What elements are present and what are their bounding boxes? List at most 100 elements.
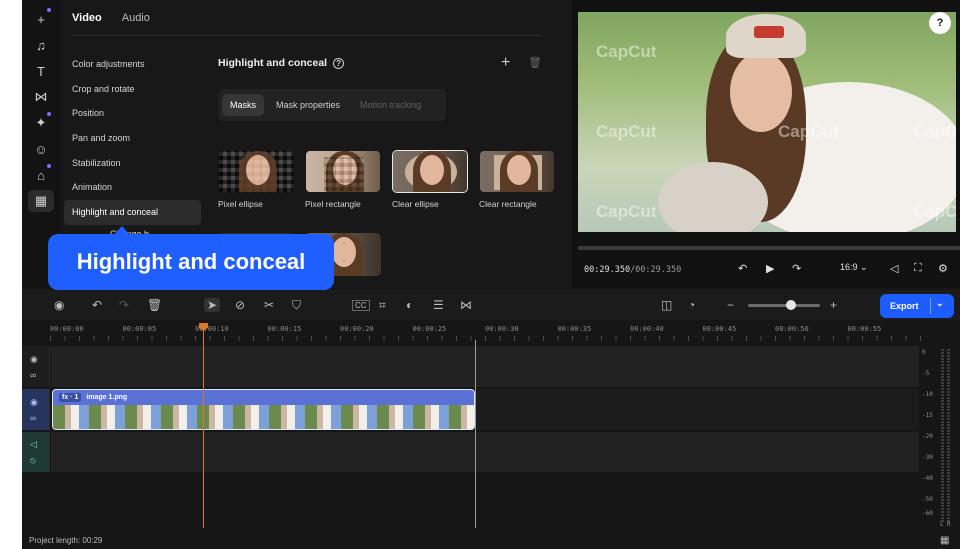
effects-wand-icon[interactable]: ✦ xyxy=(28,112,54,134)
tab-masks[interactable]: Masks xyxy=(222,94,265,116)
meter-right xyxy=(947,349,950,523)
overlay-track[interactable] xyxy=(51,346,919,387)
adjust-sliders-icon[interactable]: ☰ xyxy=(433,298,444,312)
audio-track[interactable] xyxy=(51,432,919,472)
video-frame: CapCut CapCut CapCut CapCut CapCut CapCu… xyxy=(578,12,956,232)
plus-icon[interactable]: + xyxy=(28,8,54,30)
watermark: CapCut xyxy=(596,42,657,61)
zoom-out-icon[interactable]: − xyxy=(727,298,734,312)
mask-thumbnail xyxy=(305,150,381,193)
audio-split-icon[interactable]: ◫ xyxy=(661,298,672,312)
link-icon[interactable]: ∞ xyxy=(30,413,36,423)
split-scissors-icon[interactable]: ✂ xyxy=(264,298,274,312)
callout-banner: Highlight and conceal xyxy=(48,234,334,290)
capcut-editor: + ♫ T ⋈ ✦ ☺ ⌂ ▦ Video Audio Color adjust… xyxy=(22,0,960,549)
crop-icon[interactable]: ⌗ xyxy=(379,298,386,313)
chevron-down-icon[interactable]: ⌄ xyxy=(936,298,944,309)
captions-icon[interactable]: CC xyxy=(352,300,370,311)
clip-name: image 1.png xyxy=(86,394,128,401)
watermark: CapCut xyxy=(913,122,956,141)
settings-icon[interactable]: ⚙ xyxy=(938,262,948,275)
watermark: CapCut xyxy=(596,122,657,141)
preview-scrubber[interactable] xyxy=(578,246,960,250)
text-icon[interactable]: T xyxy=(28,60,54,82)
eye-icon[interactable]: ◉ xyxy=(30,354,38,365)
eye-icon[interactable]: ◉ xyxy=(30,397,38,408)
tab-mask-properties[interactable]: Mask properties xyxy=(268,94,348,116)
delete-icon[interactable]: 🗑 xyxy=(528,56,542,69)
watermark: CapCut xyxy=(913,202,956,221)
audio-meter: 0 -5 -10 -15 -20 -30 -40 -50 -60 L R xyxy=(922,349,951,528)
property-menu: Color adjustments Crop and rotate Positi… xyxy=(64,52,201,225)
play-icon[interactable]: ▶ xyxy=(766,262,774,275)
timecode: 00:29.350/00:29.350 xyxy=(584,265,682,275)
timeline-toolbar: ◉ ↶ ↷ 🗑 ➤ ⊘ ✂ ⛉ CC ⌗ ◐ ☰ ⋈ ◫ ◔ − + Expor… xyxy=(22,290,960,320)
grid-icon[interactable]: ▦ xyxy=(940,535,949,546)
undo-icon[interactable]: ↶ xyxy=(92,298,102,312)
undo-seek-icon[interactable]: ↶ xyxy=(738,262,747,275)
preview-controls: 00:29.350/00:29.350 ↶ ▶ ↷ 16:9 ⌄ ◁ ⛶ ⚙ xyxy=(584,262,954,278)
mask-clear-ellipse[interactable]: Clear ellipse xyxy=(392,150,468,209)
video-clip[interactable]: fx · 1 image 1.png xyxy=(52,389,475,430)
tab-video[interactable]: Video xyxy=(72,12,102,24)
menu-animation[interactable]: Animation xyxy=(64,175,201,200)
sticker-icon[interactable]: ☺ xyxy=(28,138,54,160)
record-icon[interactable]: ◉ xyxy=(54,298,64,312)
playhead[interactable] xyxy=(203,324,204,528)
timeline-ruler[interactable]: 00:00:00 00:00:05 00:00:10 00:00:15 00:0… xyxy=(50,320,922,342)
help-icon[interactable]: ? xyxy=(333,57,345,69)
redo-icon[interactable]: ↷ xyxy=(119,298,129,312)
menu-crop-and-rotate[interactable]: Crop and rotate xyxy=(64,77,201,102)
speaker-icon[interactable]: ◁ xyxy=(30,439,37,450)
magnet-icon[interactable]: ◔ xyxy=(688,298,695,312)
unlink-icon[interactable]: ⦸ xyxy=(30,455,36,466)
volume-icon[interactable]: ◁ xyxy=(890,262,898,275)
shield-icon[interactable]: ⛉ xyxy=(292,298,301,313)
menu-pan-and-zoom[interactable]: Pan and zoom xyxy=(64,126,201,151)
export-button[interactable]: Export ⌄ xyxy=(880,294,954,318)
ruler-ticks xyxy=(50,336,922,341)
project-length: Project length: 00:29 xyxy=(29,536,103,545)
track-head-main: ◉ ∞ xyxy=(22,389,50,430)
zoom-in-icon[interactable]: + xyxy=(830,298,837,312)
mask-thumbnail xyxy=(392,150,468,193)
project-end-marker xyxy=(475,340,476,528)
track-head-overlay: ◉ ∞ xyxy=(22,346,50,387)
redo-seek-icon[interactable]: ↷ xyxy=(792,262,801,275)
link-icon[interactable]: ∞ xyxy=(30,370,36,380)
watermark: CapCut xyxy=(778,122,839,141)
delete-icon[interactable]: 🗑 xyxy=(147,298,162,312)
clip-filmstrip xyxy=(53,405,474,429)
add-mask-icon[interactable]: + xyxy=(501,54,510,72)
menu-position[interactable]: Position xyxy=(64,101,201,126)
music-icon[interactable]: ♫ xyxy=(28,34,54,56)
aspect-ratio-select[interactable]: 16:9 ⌄ xyxy=(840,262,868,273)
templates-bag-icon[interactable]: ⌂ xyxy=(28,164,54,186)
fullscreen-icon[interactable]: ⛶ xyxy=(914,262,922,275)
mask-pixel-ellipse[interactable]: Pixel ellipse xyxy=(218,150,294,209)
mask-thumbnail xyxy=(479,150,555,193)
tab-motion-tracking[interactable]: Motion tracking xyxy=(352,94,429,116)
apps-grid-icon[interactable]: ▦ xyxy=(28,190,54,212)
disable-icon[interactable]: ⊘ xyxy=(235,298,245,312)
mask-grid: Pixel ellipse Pixel rectangle Clear elli… xyxy=(218,150,555,209)
divider xyxy=(72,35,542,36)
preview-panel: CapCut CapCut CapCut CapCut CapCut CapCu… xyxy=(572,0,960,288)
meter-left xyxy=(941,349,944,523)
help-icon[interactable]: ? xyxy=(929,12,951,34)
section-title: Highlight and conceal ? xyxy=(218,57,345,69)
color-icon[interactable]: ◐ xyxy=(406,298,413,312)
mask-subtabs: Masks Mask properties Motion tracking xyxy=(218,89,446,121)
select-tool-icon[interactable]: ➤ xyxy=(204,298,221,312)
menu-stabilization[interactable]: Stabilization xyxy=(64,151,201,176)
mask-pixel-rectangle[interactable]: Pixel rectangle xyxy=(305,150,381,209)
mask-thumbnail xyxy=(218,150,294,193)
zoom-slider[interactable] xyxy=(748,304,820,307)
transition-icon[interactable]: ⋈ xyxy=(28,86,54,108)
menu-color-adjustments[interactable]: Color adjustments xyxy=(64,52,201,77)
zoom-slider-handle[interactable] xyxy=(786,300,796,310)
tab-audio[interactable]: Audio xyxy=(122,12,150,24)
mask-clear-rectangle[interactable]: Clear rectangle xyxy=(479,150,555,209)
transition-icon[interactable]: ⋈ xyxy=(460,298,472,312)
menu-highlight-and-conceal[interactable]: Highlight and conceal xyxy=(64,200,201,225)
